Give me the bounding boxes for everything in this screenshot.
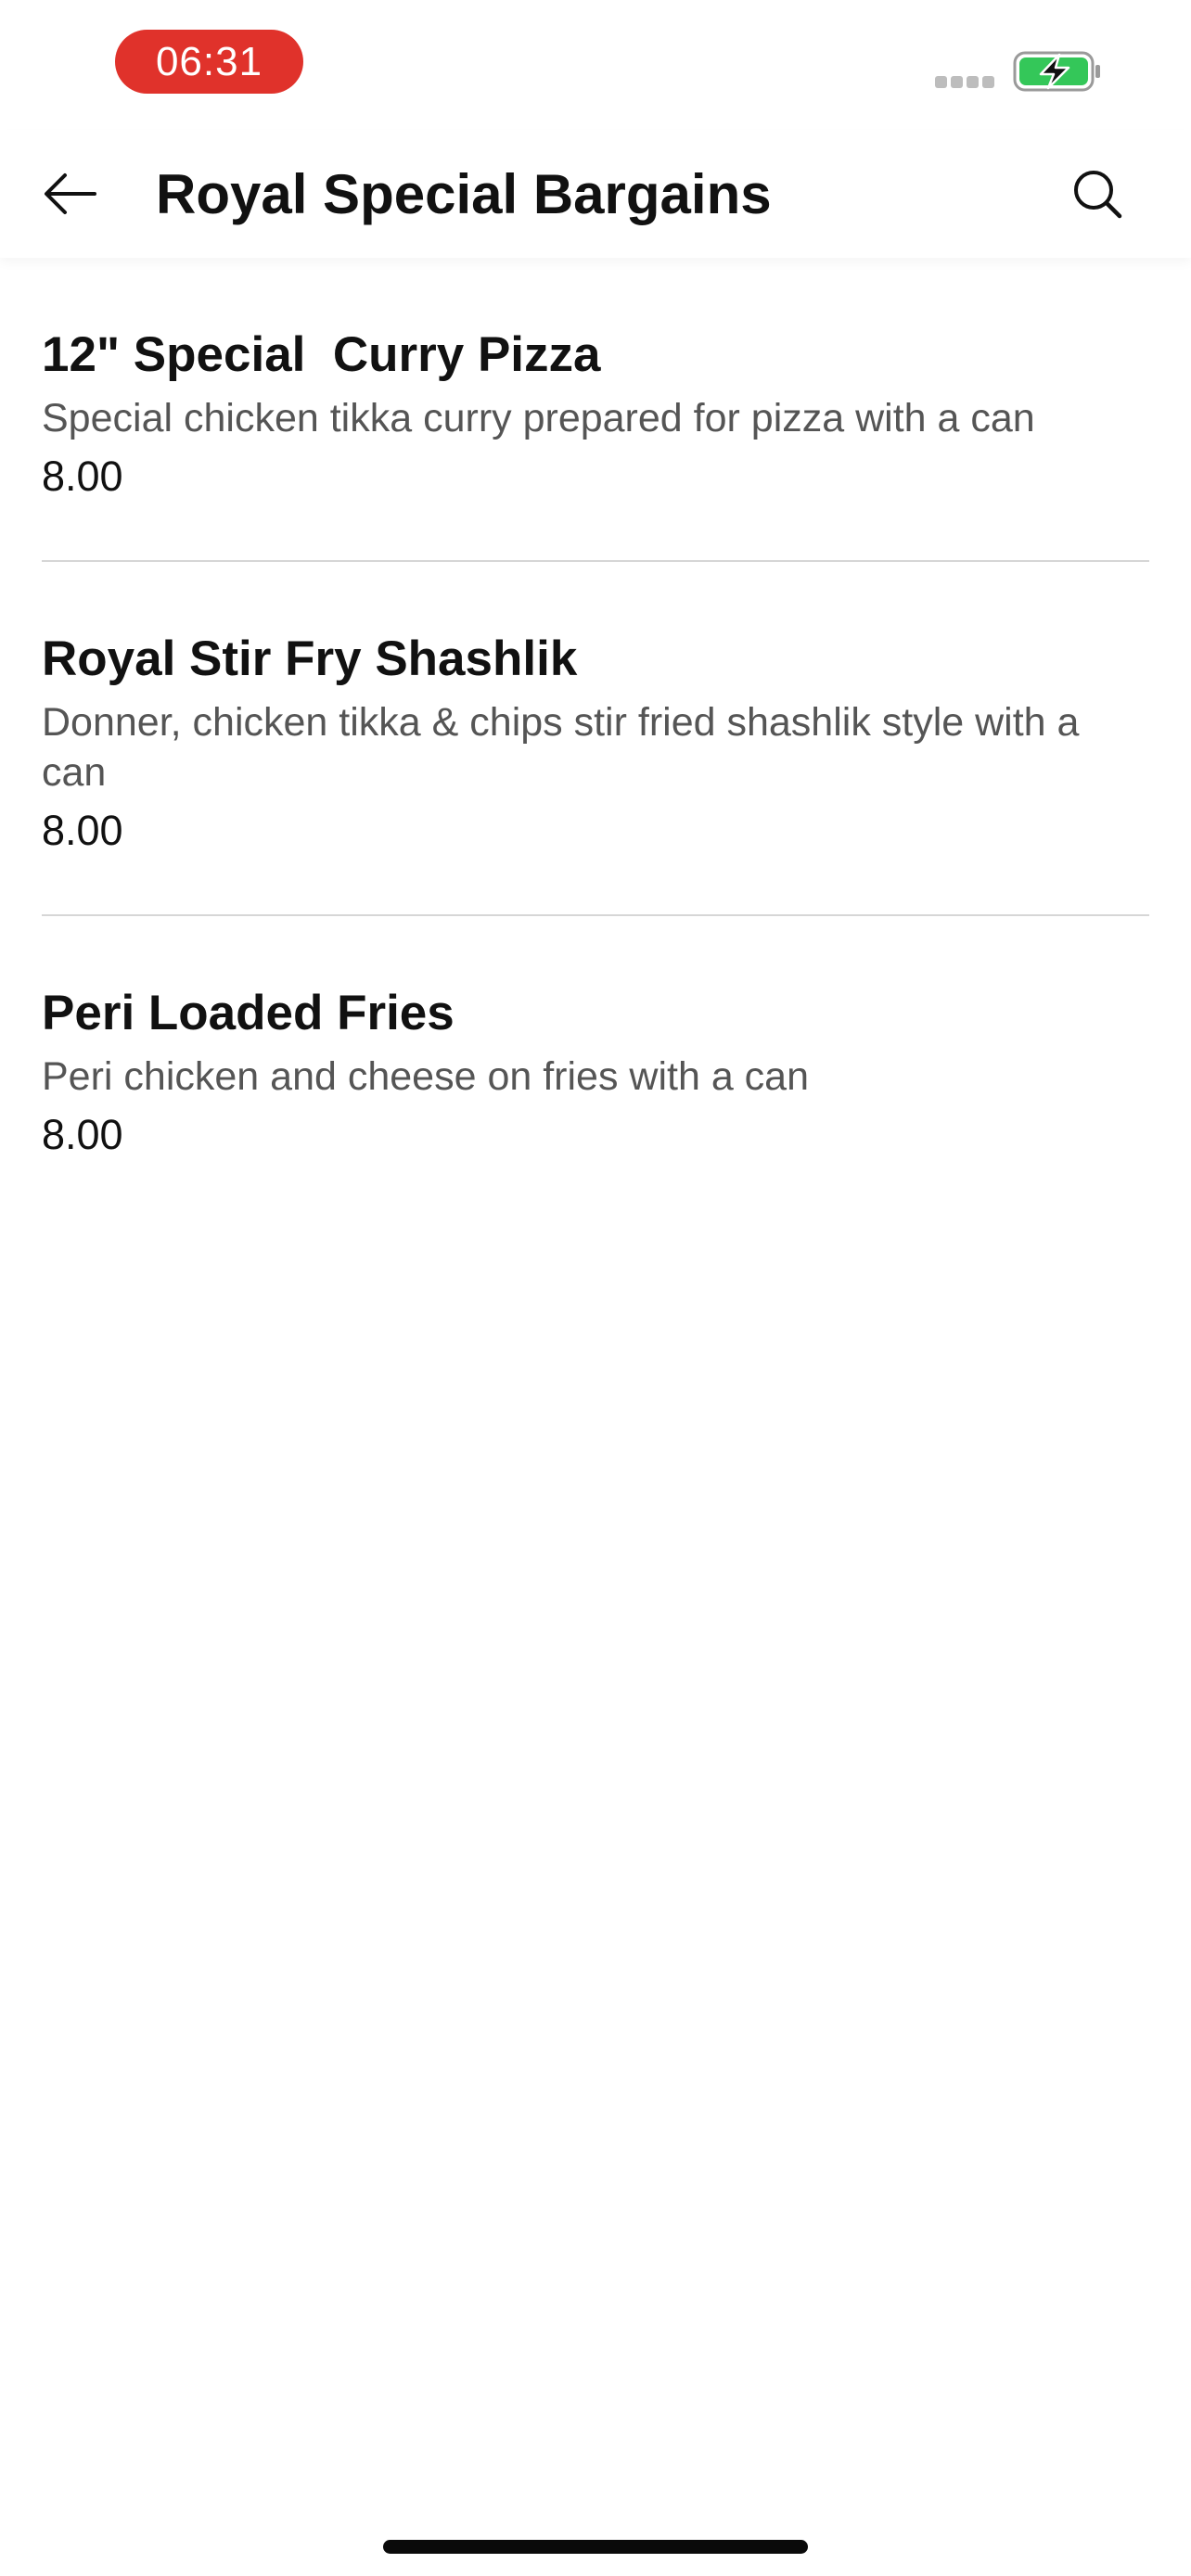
app-header: Royal Special Bargains	[0, 130, 1191, 258]
home-indicator[interactable]	[383, 2540, 808, 2554]
back-button[interactable]	[37, 163, 104, 224]
menu-item-description: Special chicken tikka curry prepared for…	[42, 396, 1035, 440]
menu-item-price: 8.00	[42, 453, 123, 500]
battery-charging-icon	[1013, 51, 1100, 92]
menu-item-description: Donner, chicken tikka & chips stir fried…	[42, 700, 1080, 795]
menu-item-price: 8.00	[42, 1111, 123, 1158]
arrow-left-icon	[45, 173, 96, 214]
menu-list: 12" Special Curry Pizza Special chicken …	[0, 258, 1191, 1218]
search-button[interactable]	[1067, 163, 1128, 224]
screen: 06:31 Royal Special Bargains 12" Special…	[0, 0, 1191, 2576]
menu-item[interactable]: Peri Loaded Fries Peri chicken and chees…	[42, 916, 1149, 1218]
menu-item[interactable]: 12" Special Curry Pizza Special chicken …	[42, 258, 1149, 562]
menu-item-description: Peri chicken and cheese on fries with a …	[42, 1054, 810, 1099]
menu-item-name: Royal Stir Fry Shashlik	[42, 631, 578, 686]
menu-item-name: 12" Special Curry Pizza	[42, 327, 601, 382]
menu-item-name: Peri Loaded Fries	[42, 986, 455, 1040]
menu-item-price: 8.00	[42, 807, 123, 854]
status-time[interactable]: 06:31	[115, 30, 303, 94]
cellular-signal-icon	[935, 76, 1000, 89]
menu-item[interactable]: Royal Stir Fry Shashlik Donner, chicken …	[42, 562, 1149, 916]
search-icon	[1074, 171, 1122, 219]
page-title: Royal Special Bargains	[156, 163, 772, 225]
status-bar: 06:31	[0, 0, 1191, 130]
